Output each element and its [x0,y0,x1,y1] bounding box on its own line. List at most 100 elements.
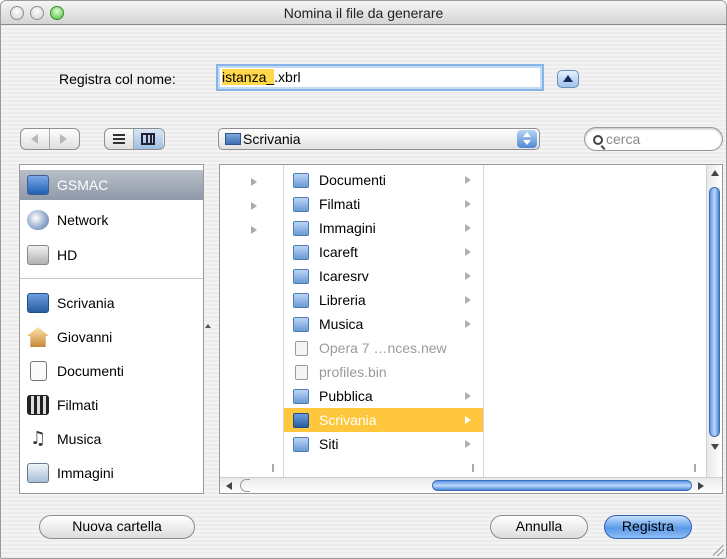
scroll-right-arrow-icon[interactable] [698,482,704,490]
sidebar-divider [20,278,203,279]
list-item[interactable]: Libreria [284,288,483,312]
title-bar: Nomina il file da generare [1,1,726,25]
chevron-right-icon [465,248,471,256]
list-item[interactable]: Musica [284,312,483,336]
computer-icon [27,175,49,195]
disclosure-arrow-icon [251,226,257,234]
sidebar-item-documenti[interactable]: Documenti [20,356,203,386]
list-item[interactable]: Filmati [284,192,483,216]
forward-button[interactable] [50,129,79,149]
list-item[interactable]: Siti [284,432,483,456]
save-button[interactable]: Registra [604,515,692,539]
item-label: Immagini [319,220,376,236]
chevron-right-icon [465,440,471,448]
location-popup[interactable]: Scrivania [218,128,540,150]
desktop-folder-icon [27,293,49,313]
sidebar-item-label: Filmati [57,397,99,413]
item-label: Musica [319,316,364,332]
cancel-button[interactable]: Annulla [490,515,588,539]
folder-icon [293,220,309,236]
browser-column: Documenti Filmati Immagini Icareft Icare… [284,165,484,478]
sidebar-item-immagini[interactable]: Immagini [20,458,203,488]
scroll-left-arrow-icon[interactable] [226,482,232,490]
column-resize-handle[interactable] [694,464,696,472]
list-view-button[interactable] [105,129,134,149]
filename-extension: .xbrl [274,69,301,85]
item-label: profiles.bin [319,364,387,380]
item-label: Siti [319,436,339,452]
list-item[interactable]: Pubblica [284,384,483,408]
document-icon [30,361,47,381]
chevron-right-icon [465,416,471,424]
desktop-folder-icon [225,133,241,145]
item-label: Filmati [319,196,361,212]
sidebar-item-filmati[interactable]: Filmati [20,390,203,420]
folder-icon [293,292,309,308]
column-view-button[interactable] [134,129,163,149]
folder-icon [293,244,309,260]
back-button[interactable] [21,129,50,149]
sidebar-item-network[interactable]: Network [20,205,203,235]
list-item[interactable]: Immagini [284,216,483,240]
sidebar-item-label: GSMAC [57,177,109,193]
sidebar-item-gsmac[interactable]: GSMAC [20,170,203,200]
resize-grip-icon[interactable] [713,545,724,556]
vertical-scroll-thumb[interactable] [709,187,720,437]
folder-icon [293,388,309,404]
sidebar-item-hd[interactable]: HD [20,240,203,270]
new-folder-button[interactable]: Nuova cartella [39,515,195,539]
back-arrow-icon [31,134,38,144]
sidebar-item-scrivania[interactable]: Scrivania [20,288,203,318]
scroll-down-arrow-icon[interactable] [711,444,719,450]
item-label: Scrivania [319,412,377,428]
file-icon [295,364,308,380]
horizontal-scroll-thumb[interactable] [432,480,692,491]
item-label: Libreria [319,292,366,308]
item-label: Icareft [319,244,358,260]
sidebar-item-label: Network [57,212,109,228]
location-label: Scrivania [243,131,301,147]
sidebar-item-label: Giovanni [57,329,113,345]
folder-icon [293,196,309,212]
vertical-scrollbar[interactable] [706,165,722,478]
list-item: Opera 7 …nces.new [284,336,483,360]
history-nav [20,128,80,150]
chevron-right-icon [465,320,471,328]
column-resize-handle[interactable] [272,464,274,472]
item-label: Opera 7 …nces.new [319,340,447,356]
browser-column [484,165,706,478]
horizontal-scrollbar[interactable] [220,477,722,493]
chevron-right-icon [465,224,471,232]
scroll-up-arrow-icon[interactable] [711,170,719,176]
popup-arrows-icon [517,130,537,148]
search-field[interactable]: cerca [584,127,723,151]
list-item[interactable]: Icaresrv [284,264,483,288]
sidebar: GSMAC Network HD Scrivania Giovanni Docu… [19,164,204,494]
save-dialog: Nomina il file da generare Registra col … [0,0,727,559]
sidebar-item-giovanni[interactable]: Giovanni [20,322,203,352]
scroll-track-end [240,479,250,492]
list-item-selected[interactable]: Scrivania [284,408,483,432]
sidebar-item-musica[interactable]: Musica [20,424,203,454]
search-placeholder: cerca [606,131,641,147]
sidebar-item-label: Musica [57,431,102,447]
filename-selected-text: istanza_ [222,69,275,85]
movie-icon [27,395,49,415]
filename-input[interactable]: istanza_.xbrl [216,64,544,91]
forward-arrow-icon [60,134,67,144]
sidebar-item-label: HD [57,247,78,263]
list-item[interactable]: Documenti [284,168,483,192]
column-view-icon [141,133,155,145]
sidebar-item-label: Scrivania [57,295,115,311]
chevron-right-icon [465,176,471,184]
sidebar-resize-handle[interactable] [205,322,213,330]
list-item[interactable]: Icareft [284,240,483,264]
music-icon [27,428,49,449]
list-item: profiles.bin [284,360,483,384]
search-icon [593,135,603,145]
column-resize-handle[interactable] [472,464,474,472]
disclosure-arrow-icon [251,202,257,210]
folder-icon [293,268,309,284]
collapse-dialog-button[interactable] [557,70,579,88]
sidebar-item-label: Documenti [57,363,124,379]
